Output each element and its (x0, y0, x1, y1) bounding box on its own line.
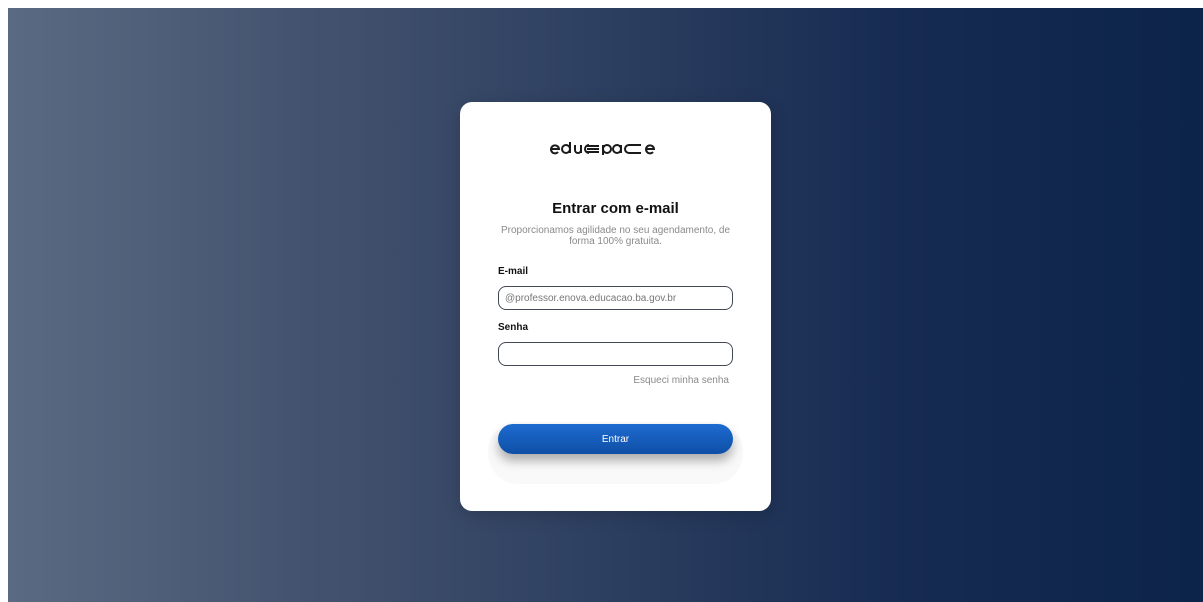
login-subtitle: Proporcionamos agilidade no seu agendame… (500, 225, 731, 247)
login-title: Entrar com e-mail (552, 200, 679, 217)
login-button[interactable]: Entrar (498, 424, 733, 454)
password-field[interactable] (498, 342, 733, 366)
login-card: Entrar com e-mail Proporcionamos agilida… (460, 102, 771, 511)
email-field[interactable] (498, 286, 733, 310)
email-label: E-mail (498, 266, 529, 277)
brand-logo (460, 140, 771, 156)
forgot-password-link[interactable]: Esqueci minha senha (633, 375, 729, 386)
password-label: Senha (498, 322, 529, 333)
page-background: Entrar com e-mail Proporcionamos agilida… (8, 8, 1203, 602)
